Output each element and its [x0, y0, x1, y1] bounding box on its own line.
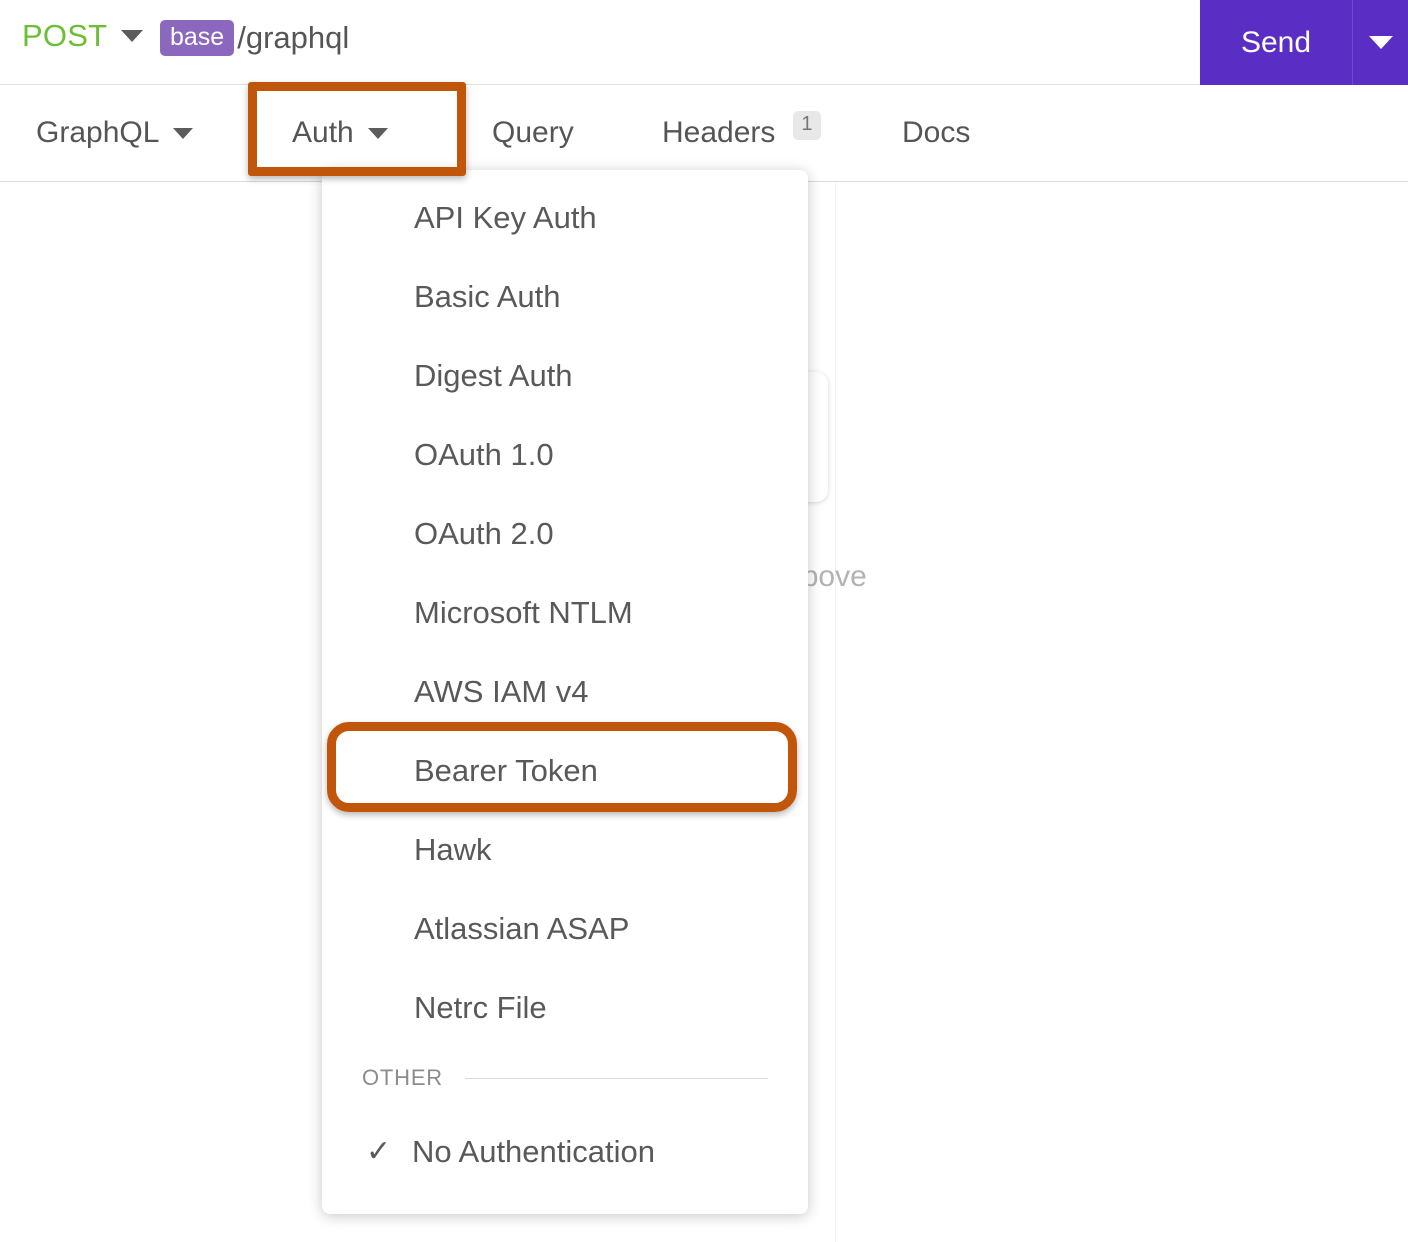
tab-graphql-label: GraphQL	[36, 116, 159, 150]
menu-item-netrc-file[interactable]: Netrc File	[322, 968, 808, 1047]
url-path-text: /graphql	[237, 20, 349, 56]
menu-item-label: Atlassian ASAP	[414, 911, 629, 947]
menu-item-digest-auth[interactable]: Digest Auth	[322, 336, 808, 415]
menu-item-label: Hawk	[414, 832, 492, 868]
menu-item-label: No Authentication	[412, 1134, 655, 1170]
chevron-down-icon	[173, 128, 193, 139]
tab-headers-label: Headers	[662, 116, 775, 150]
chevron-down-icon	[1369, 36, 1393, 49]
request-tab-bar: GraphQL Auth Query Headers 1 Docs	[0, 85, 1408, 182]
headers-count-badge: 1	[793, 111, 820, 140]
tab-auth[interactable]: Auth	[292, 85, 388, 181]
menu-item-label: OAuth 1.0	[414, 437, 554, 473]
tab-docs-label: Docs	[902, 116, 970, 150]
menu-item-label: Digest Auth	[414, 358, 573, 394]
tab-headers[interactable]: Headers 1	[662, 85, 821, 181]
tab-query[interactable]: Query	[492, 85, 574, 181]
menu-item-api-key-auth[interactable]: API Key Auth	[322, 178, 808, 257]
menu-item-hawk[interactable]: Hawk	[322, 810, 808, 889]
auth-type-dropdown-menu: API Key Auth Basic Auth Digest Auth OAut…	[322, 170, 808, 1214]
menu-item-label: Microsoft NTLM	[414, 595, 633, 631]
menu-item-microsoft-ntlm[interactable]: Microsoft NTLM	[322, 573, 808, 652]
menu-section-label: OTHER	[362, 1065, 443, 1091]
url-bar: POST base /graphql Send	[0, 0, 1408, 85]
menu-item-label: Netrc File	[414, 990, 547, 1026]
tab-graphql[interactable]: GraphQL	[36, 85, 193, 181]
menu-item-label: Basic Auth	[414, 279, 560, 315]
menu-item-label: API Key Auth	[414, 200, 597, 236]
send-button-group: Send	[1200, 0, 1408, 85]
url-field[interactable]: base /graphql	[160, 20, 349, 56]
divider-line	[465, 1078, 768, 1079]
send-options-button[interactable]	[1352, 0, 1408, 85]
tab-auth-label: Auth	[292, 116, 354, 150]
menu-item-oauth-2[interactable]: OAuth 2.0	[322, 494, 808, 573]
tab-docs[interactable]: Docs	[902, 85, 970, 181]
menu-section-divider: OTHER	[322, 1047, 808, 1109]
tab-query-label: Query	[492, 116, 574, 150]
menu-item-aws-iam-v4[interactable]: AWS IAM v4	[322, 652, 808, 731]
method-selector[interactable]: POST	[22, 18, 143, 54]
menu-item-bearer-token[interactable]: Bearer Token	[322, 731, 808, 810]
method-label: POST	[22, 18, 107, 54]
pane-divider	[835, 183, 836, 1242]
chevron-down-icon[interactable]	[121, 30, 143, 42]
check-icon: ✓	[366, 1137, 412, 1167]
send-button[interactable]: Send	[1200, 0, 1352, 85]
menu-item-label: OAuth 2.0	[414, 516, 554, 552]
menu-item-label: AWS IAM v4	[414, 674, 589, 710]
menu-item-basic-auth[interactable]: Basic Auth	[322, 257, 808, 336]
environment-badge: base	[160, 20, 234, 56]
chevron-down-icon	[368, 128, 388, 139]
request-builder-screen: POST base /graphql Send GraphQL Auth Que…	[0, 0, 1408, 1242]
menu-item-oauth-1[interactable]: OAuth 1.0	[322, 415, 808, 494]
menu-item-label: Bearer Token	[414, 753, 598, 789]
menu-item-no-authentication[interactable]: ✓ No Authentication	[322, 1109, 808, 1195]
menu-item-atlassian-asap[interactable]: Atlassian ASAP	[322, 889, 808, 968]
